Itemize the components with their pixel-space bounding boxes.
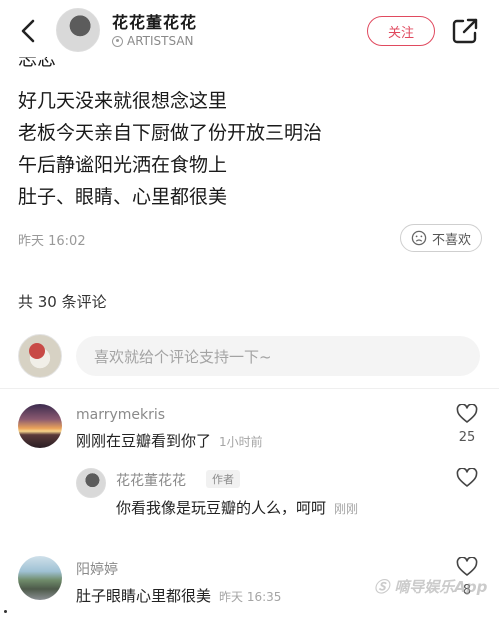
commenter-avatar[interactable]: [18, 404, 62, 448]
comment-input[interactable]: 喜欢就给个评论支持一下~: [76, 336, 480, 376]
reply-body: 你看我像是玩豆瓣的人么，呵呵: [116, 499, 327, 517]
comment-text: 刚刚在豆瓣看到你了 1小时前: [76, 430, 263, 451]
comment-input-placeholder: 喜欢就给个评论支持一下~: [94, 347, 272, 366]
reply-time: 刚刚: [334, 502, 359, 516]
comment-time: 昨天 16:35: [219, 590, 282, 604]
author-avatar[interactable]: [56, 8, 100, 52]
post-line-3: 午后静谧阳光洒在食物上: [18, 154, 228, 176]
location-pin-icon: [112, 35, 123, 47]
sad-face-icon: [411, 230, 427, 246]
author-subtitle: ARTISTSAN: [112, 34, 194, 48]
current-user-avatar: [18, 334, 62, 378]
author-name[interactable]: 花花董花花: [112, 9, 197, 33]
reply-text: 你看我像是玩豆瓣的人么，呵呵 刚刚: [116, 497, 358, 518]
post-line-1: 好几天没来就很想念这里: [18, 90, 228, 112]
share-icon[interactable]: [450, 16, 480, 46]
author-badge: 作者: [206, 470, 240, 488]
reply-author-name[interactable]: 花花董花花: [116, 470, 186, 490]
heart-icon[interactable]: [456, 557, 478, 577]
comment-count: 共 30 条评论: [18, 293, 107, 311]
dislike-button[interactable]: 不喜欢: [400, 224, 482, 252]
post-cut-line: 忐忑: [18, 57, 118, 71]
comment-body: 肚子眼睛心里都很美: [76, 587, 212, 605]
commenter-name[interactable]: 阳婷婷: [76, 559, 118, 579]
comment-text: 肚子眼睛心里都很美 昨天 16:35: [76, 585, 281, 606]
comment-body: 刚刚在豆瓣看到你了: [76, 432, 212, 450]
commenter-name[interactable]: marrymekris: [76, 407, 165, 423]
follow-button[interactable]: 关注: [367, 16, 435, 46]
reply-author-avatar[interactable]: [76, 468, 106, 498]
watermark: Ⓢ 嘀导娱乐App: [374, 578, 488, 596]
avatar-flower: [29, 343, 45, 359]
comment-time: 1小时前: [219, 435, 263, 449]
commenter-avatar[interactable]: [18, 556, 62, 600]
stray-dot: [4, 610, 7, 613]
heart-icon[interactable]: [456, 468, 478, 488]
post-line-4: 肚子、眼睛、心里都很美: [18, 186, 228, 208]
post-line-2: 老板今天亲自下厨做了份开放三明治: [18, 122, 323, 144]
heart-icon[interactable]: [456, 404, 478, 424]
like-count: 25: [458, 430, 476, 445]
divider: [0, 388, 499, 389]
post-cut-text: 忐忑: [18, 57, 57, 70]
top-bar: 花花董花花 ARTISTSAN 关注: [0, 0, 499, 62]
back-arrow-icon[interactable]: [14, 16, 44, 46]
dislike-label: 不喜欢: [431, 232, 471, 248]
post-timestamp: 昨天 16:02: [18, 234, 86, 249]
author-subtitle-text: ARTISTSAN: [127, 34, 194, 48]
